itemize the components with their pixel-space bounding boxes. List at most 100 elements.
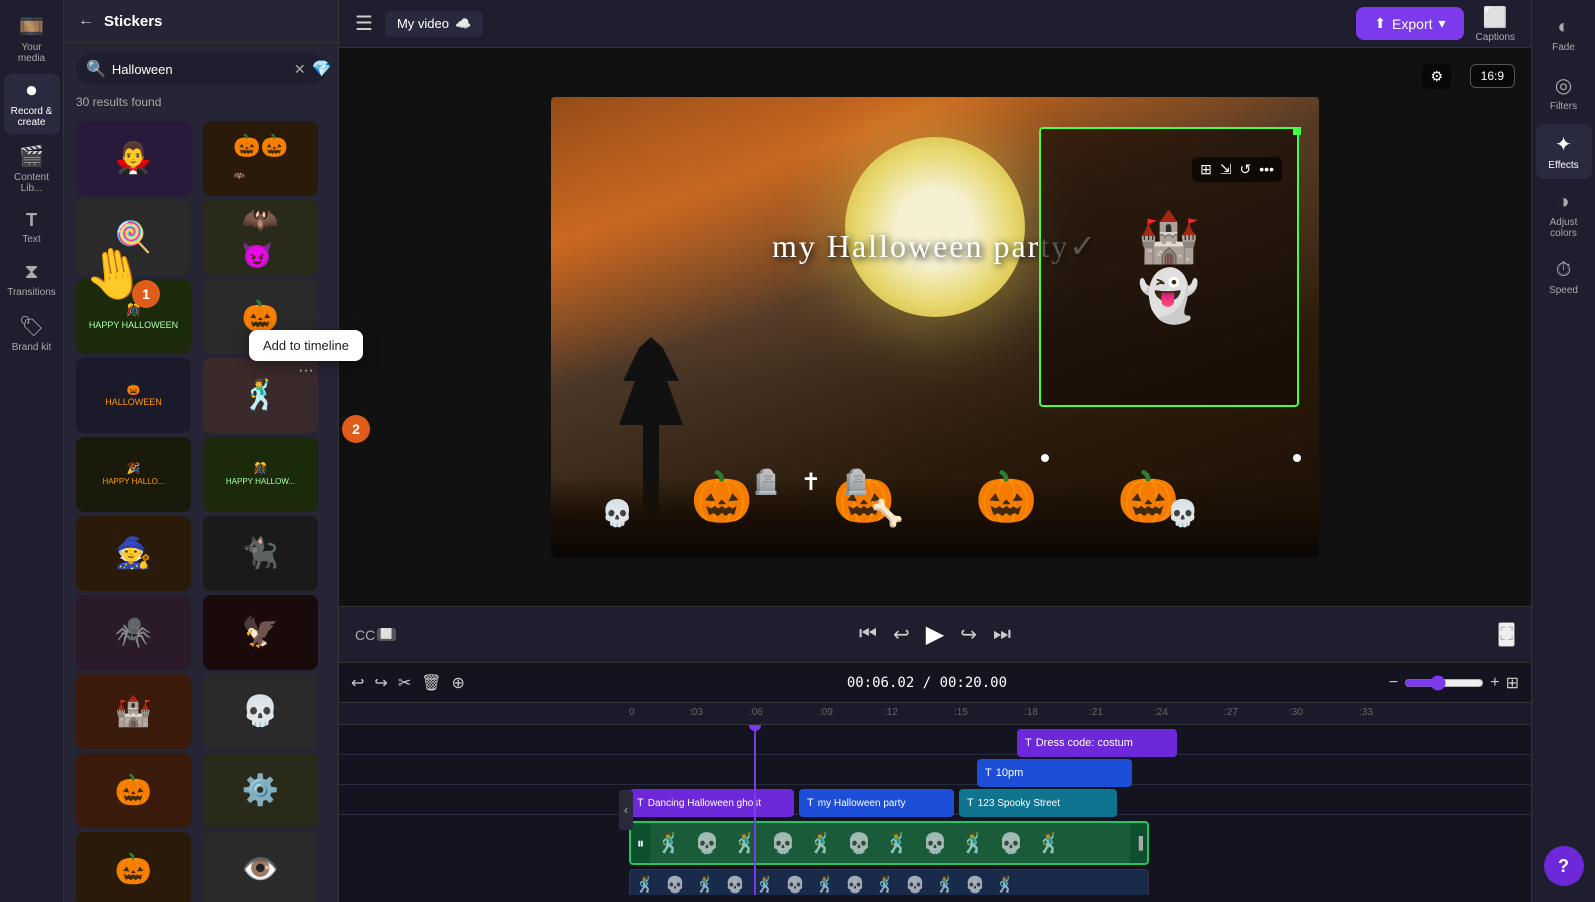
right-sidebar-filters[interactable]: ◎ Filters [1536,65,1592,120]
sidebar-item-text[interactable]: T Text [4,204,60,251]
clip-123-spooky[interactable]: T 123 Spooky Street [959,789,1117,817]
project-tab[interactable]: My video ☁️ [385,11,483,37]
clip-10pm[interactable]: T 10pm [977,759,1132,787]
zoom-in-button[interactable]: + [1490,674,1499,692]
aspect-ratio-button[interactable]: 16:9 [1470,64,1515,88]
ruler-mark-21: :21 [1089,707,1103,718]
sidebar-item-transitions[interactable]: ⧗ Transitions [4,255,60,304]
haunted-house-selection[interactable]: 🏰👻 ⊞ ⇲ ↺ ••• [1039,127,1299,407]
sticker-item-3[interactable]: 🍭 [76,200,191,275]
more-options-icon[interactable]: ··· [298,362,314,380]
search-input[interactable] [112,62,288,77]
captions-button[interactable]: ⬜ Captions [1476,5,1515,43]
sticker-item-8[interactable]: ··· 🕺 [203,358,318,433]
duplicate-button[interactable]: ⊕ [452,673,465,693]
cc-button[interactable]: CC ⬜ [355,627,396,643]
sticker-item-12[interactable]: 🐈‍⬛ [203,516,318,591]
right-sidebar-fade[interactable]: ◐ Fade [1536,8,1592,61]
redo-button[interactable]: ↪ [374,673,387,693]
sticker-item-15[interactable]: 🏰 [76,674,191,749]
search-bar: 🔍 ✕ 💎 [76,53,326,85]
help-button[interactable]: ? [1544,846,1584,886]
sticker-item-4[interactable]: 🦇😈 [203,200,318,275]
frame-6: 💀 [840,824,878,862]
sec-frame-9: 🕺 [870,870,900,895]
zoom-slider[interactable] [1404,675,1484,691]
clip-halloween-party[interactable]: T my Halloween party [799,789,954,817]
sticker-ctrl-fullscreen[interactable]: ⊞ [1200,161,1212,178]
text-clip-icon-4: T [807,797,814,809]
undo-button[interactable]: ↩ [351,673,364,693]
text-icon: T [26,210,37,231]
delete-button[interactable]: 🗑 [421,673,441,693]
video-track-secondary[interactable]: 🕺 💀 🕺 💀 🕺 💀 🕺 💀 🕺 💀 🕺 💀 🕺 [629,869,1149,895]
sticker-item-20[interactable]: 👁️ [203,832,318,902]
sticker-item-14[interactable]: 🦅 [203,595,318,670]
track-end-handle[interactable]: ▐ [1130,823,1147,863]
fade-icon: ◐ [1557,16,1569,39]
transitions-icon: ⧗ [24,261,38,284]
handle-br[interactable] [1041,454,1049,462]
cloud-icon: ☁️ [455,16,471,32]
timeline-content: T Dress code: costum T 10pm T Dancing Ha [339,725,1531,895]
play-button[interactable]: ▶ [926,620,944,649]
sidebar-item-brand-kit[interactable]: 🏷 Brand kit [4,308,60,359]
track-pause-button[interactable]: ⏸ [631,823,650,863]
stickers-grid: 🧛‍♂️ 🎃🎃🦇 🍭 🦇😈 🎊HAPPY HALLOWEEN 🎃 🎃HALLOW… [64,117,338,902]
main-area: ☰ My video ☁️ ⬆ Export ▾ ⬜ Captions [339,0,1531,902]
sidebar-item-content-library[interactable]: 🎬 Content Lib... [4,138,60,200]
handle-bl[interactable] [1293,454,1301,462]
text-track-2: T 10pm [339,759,1531,785]
sticker-item-19[interactable]: 🎃 [76,832,191,902]
rewind-5s-button[interactable]: ↩ [893,622,910,647]
sticker-item-1[interactable]: 🧛‍♂️ [76,121,191,196]
skeleton-2: 🦴 [871,498,903,529]
right-sidebar-speed[interactable]: ⏱ Speed [1536,251,1592,304]
fit-to-window-button[interactable]: ⊞ [1506,673,1519,693]
sticker-item-18[interactable]: ⚙️ [203,753,318,828]
timeline-tracks: 0 :03 :06 :09 :12 :15 :18 :21 :24 :27 :3… [339,703,1531,902]
export-button[interactable]: ⬆ Export ▾ [1356,7,1463,40]
sticker-ctrl-more[interactable]: ••• [1259,161,1274,178]
right-sidebar-effects[interactable]: ✦ Effects [1536,124,1592,179]
sticker-item-6[interactable]: 🎃 [203,279,318,354]
sticker-item-16[interactable]: 💀 [203,674,318,749]
sticker-ctrl-rotate[interactable]: ↺ [1240,161,1252,178]
timeline-area: ↩ ↪ ✂ 🗑 ⊕ 00:06.02 / 00:20.00 − + ⊞ 0 :0… [339,662,1531,902]
forward-5s-button[interactable]: ↪ [960,622,977,647]
frame-4: 💀 [764,824,802,862]
clip-dress-code[interactable]: T Dress code: costum [1017,729,1177,757]
text-clip-icon: T [1025,737,1032,749]
sticker-item-11[interactable]: 🧙 [76,516,191,591]
zoom-controls: − + ⊞ [1389,673,1519,693]
preview-settings-button[interactable]: ⚙ [1422,64,1451,89]
left-sidebar: 🎞️ Your media ⏺ Record & create 🎬 Conten… [0,0,64,902]
sticker-item-9[interactable]: 🎉HAPPY HALLO... [76,437,191,512]
video-track-main[interactable]: ⏸ 🕺 💀 🕺 💀 🕺 💀 🕺 💀 🕺 💀 🕺 [629,821,1149,865]
skip-end-button[interactable]: ⏭ [993,623,1011,646]
ruler-mark-09: :09 [819,707,833,718]
collapse-panel-button[interactable]: ‹ [619,790,633,830]
fullscreen-button[interactable]: ⛶ [1498,622,1515,647]
handle-tl[interactable] [1293,127,1301,135]
sticker-item-5[interactable]: 🎊HAPPY HALLOWEEN [76,279,191,354]
right-sidebar-adjust-colors[interactable]: ◑ Adjust colors [1536,183,1592,247]
sticker-item-10[interactable]: 🎊HAPPY HALLOW... [203,437,318,512]
hamburger-menu[interactable]: ☰ [355,11,373,36]
clear-search-button[interactable]: ✕ [294,61,306,78]
sticker-item-7[interactable]: 🎃HALLOWEEN [76,358,191,433]
sticker-item-13[interactable]: 🕷️ [76,595,191,670]
text-track-3: T Dancing Halloween ghost T my Halloween… [339,789,1531,815]
sticker-item-2[interactable]: 🎃🎃🦇 [203,121,318,196]
clip-dancing-ghost[interactable]: T Dancing Halloween ghost [629,789,794,817]
sticker-ctrl-resize[interactable]: ⇲ [1220,161,1232,178]
skip-start-button[interactable]: ⏮ [859,623,877,646]
sidebar-item-record[interactable]: ⏺ Record & create [4,74,60,134]
cut-button[interactable]: ✂ [398,673,411,693]
zoom-out-button[interactable]: − [1389,674,1398,692]
sidebar-item-your-media[interactable]: 🎞️ Your media [4,8,60,70]
sticker-item-17[interactable]: 🎃 [76,753,191,828]
gem-icon[interactable]: 💎 [312,59,332,79]
back-button[interactable]: ← [76,10,96,32]
playhead[interactable] [754,725,756,895]
